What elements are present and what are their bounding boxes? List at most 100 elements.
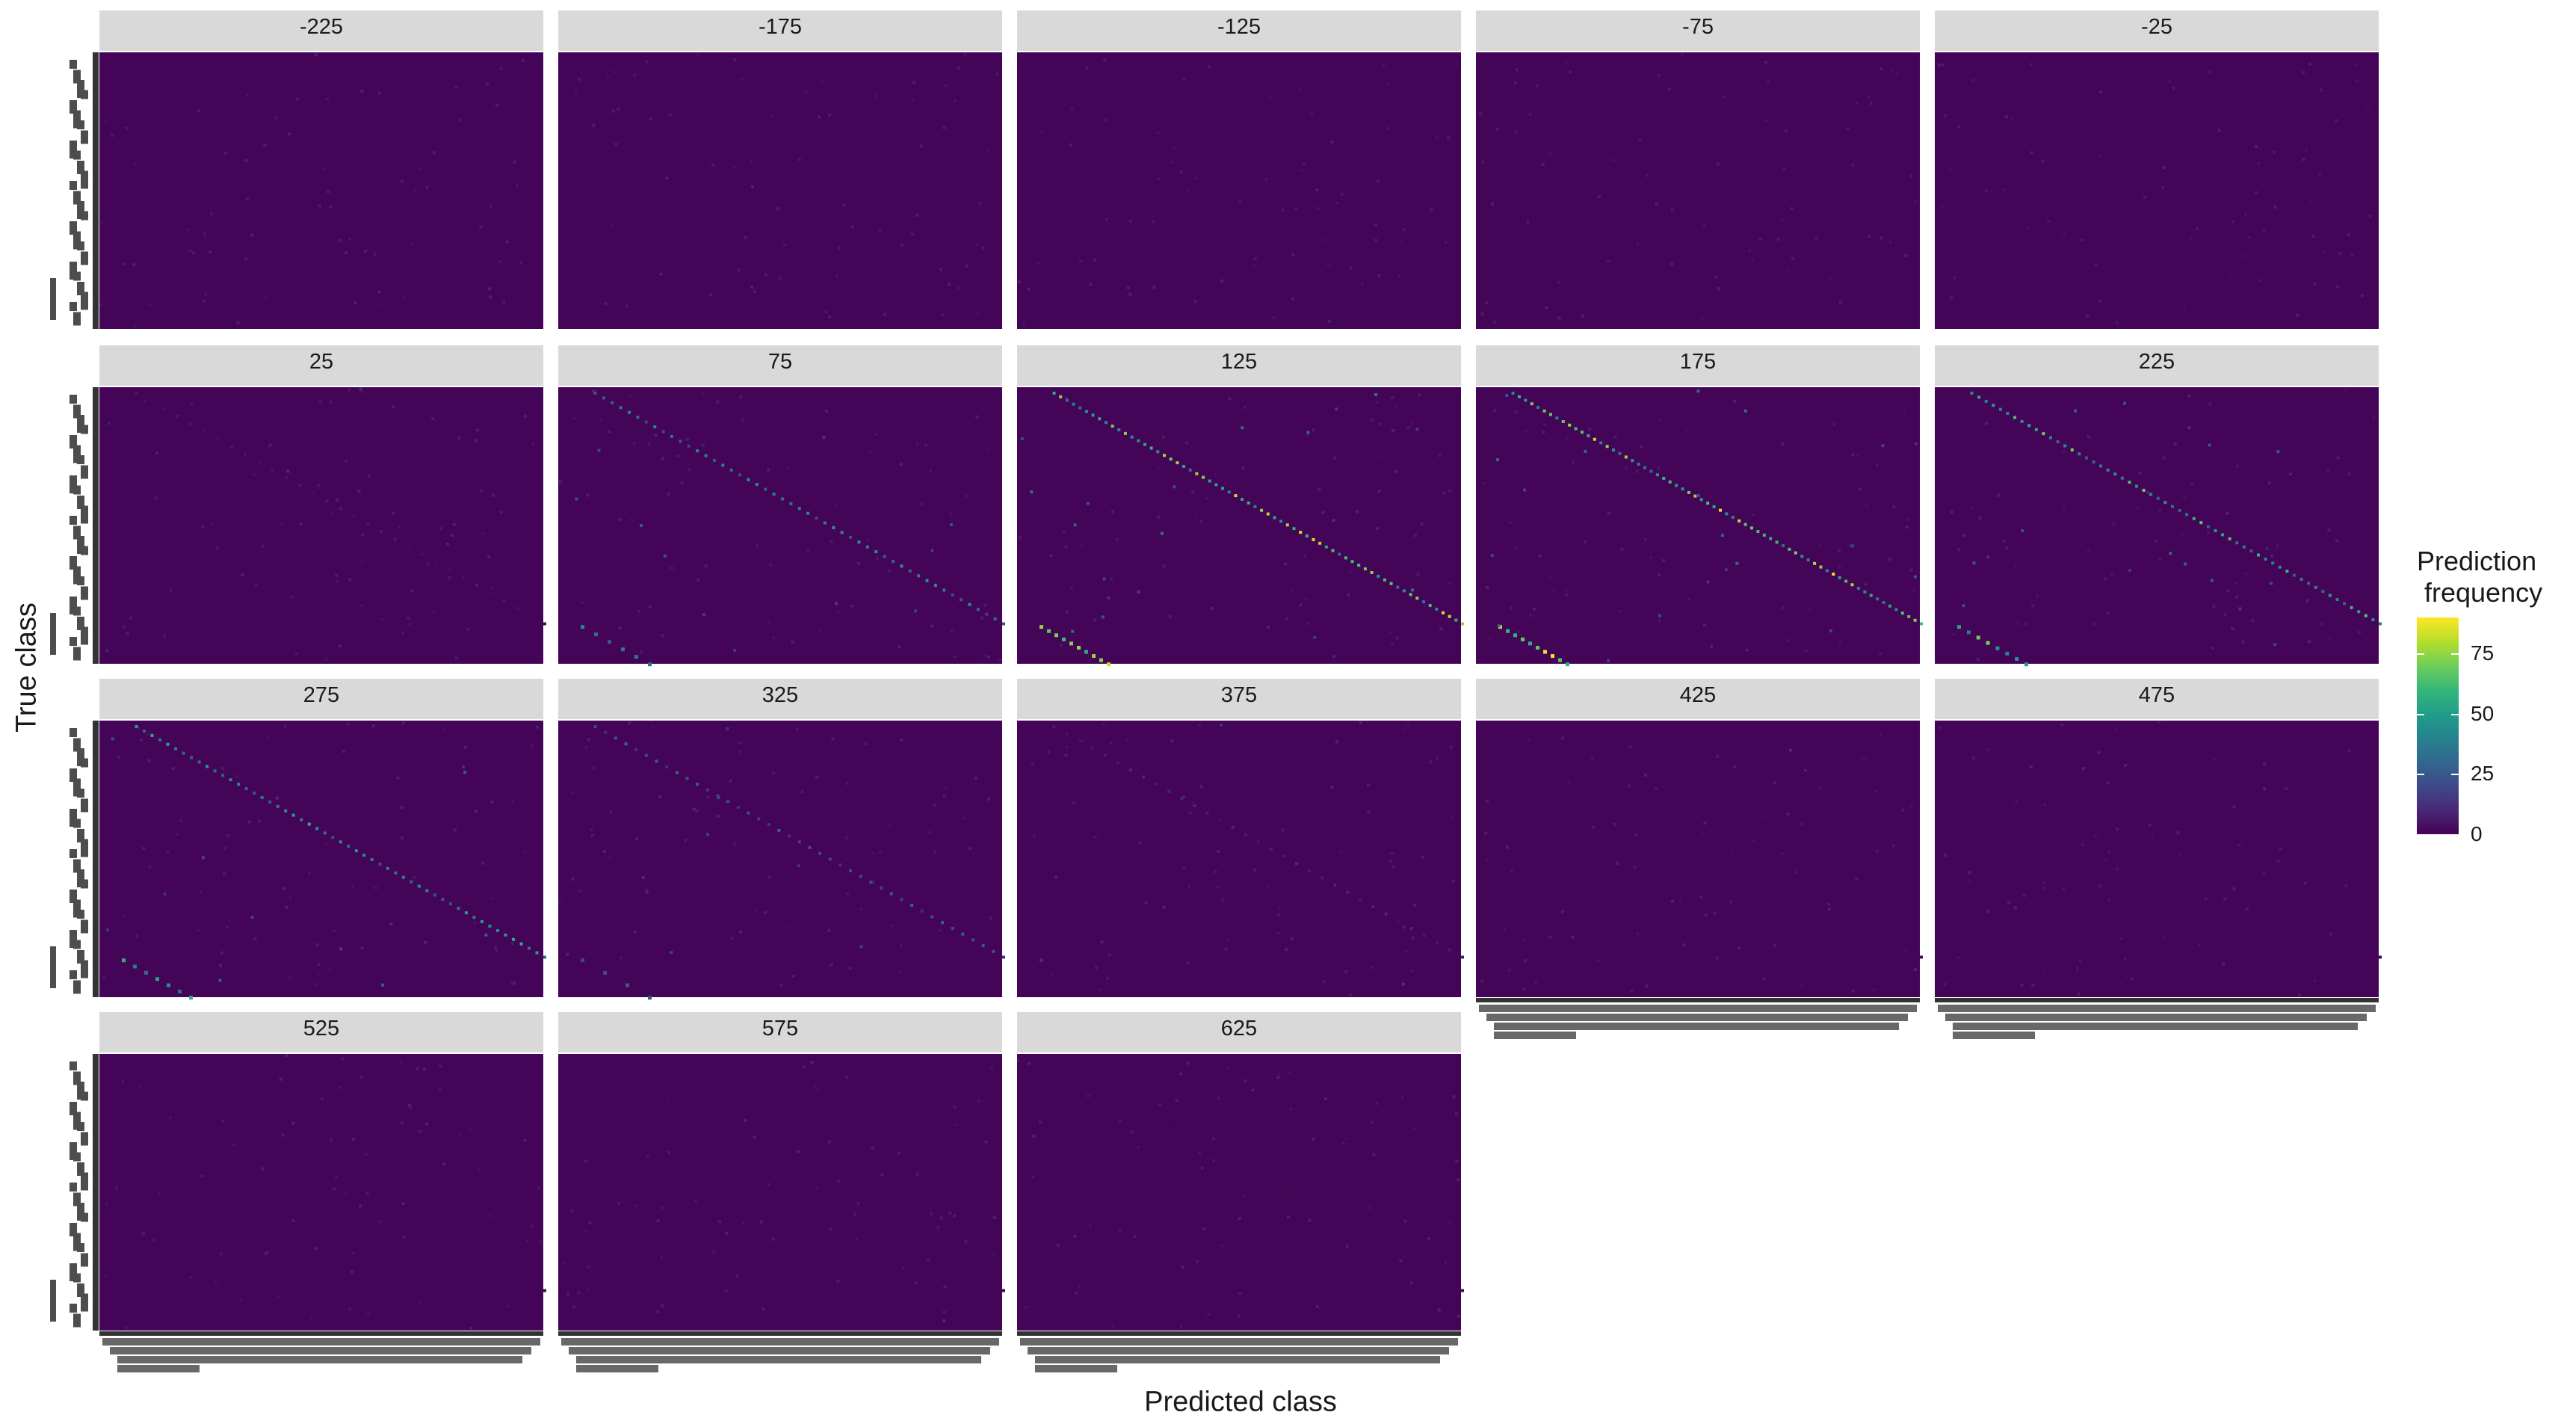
diagonal-cell xyxy=(1558,658,1562,662)
diagonal-cell xyxy=(581,958,584,963)
noise-cell xyxy=(2013,906,2017,910)
noise-cell xyxy=(2107,898,2110,901)
noise-cell xyxy=(817,115,821,119)
diagonal-cell xyxy=(1091,413,1095,417)
noise-cell xyxy=(735,1274,739,1277)
noise-cell xyxy=(1220,1243,1224,1247)
diagonal-cell xyxy=(1052,392,1056,395)
noise-cell xyxy=(516,183,519,187)
diagonal-cell xyxy=(519,942,523,946)
noise-cell xyxy=(505,240,509,244)
diagonal-cell xyxy=(1363,567,1367,571)
scatter-cell xyxy=(1374,393,1378,397)
facet-label: -175 xyxy=(759,15,802,39)
diagonal-cell xyxy=(1725,512,1729,516)
noise-cell xyxy=(485,82,489,86)
noise-cell xyxy=(1646,173,1649,177)
scatter-cell xyxy=(2276,450,2280,454)
x-tick-label xyxy=(1494,1023,1899,1030)
diagonal-cell xyxy=(1584,766,1588,770)
noise-cell xyxy=(439,1064,442,1068)
diagonal-cell xyxy=(1285,523,1289,527)
noise-cell xyxy=(1413,903,1417,907)
diagonal-cell xyxy=(2142,488,2146,492)
facet-label: 25 xyxy=(309,350,333,374)
noise-cell xyxy=(513,160,516,164)
diagonal-cell xyxy=(712,458,716,462)
diagonal-cell xyxy=(2276,898,2280,901)
noise-cell xyxy=(358,1204,362,1208)
diagonal-cell xyxy=(1986,641,1990,645)
facet-label: 575 xyxy=(762,1017,798,1041)
noise-cell xyxy=(660,1256,664,1260)
noise-cell xyxy=(339,1085,342,1089)
noise-cell xyxy=(877,229,881,232)
noise-cell xyxy=(339,644,342,648)
noise-cell xyxy=(2208,70,2211,74)
noise-cell xyxy=(651,725,655,729)
diagonal-cell xyxy=(1876,931,1880,934)
diagonal-cell xyxy=(516,606,519,610)
noise-cell xyxy=(1377,454,1381,458)
diagonal-cell xyxy=(2163,501,2167,505)
colorbar xyxy=(2417,617,2459,834)
noise-cell xyxy=(2087,435,2090,439)
noise-cell xyxy=(104,1274,108,1277)
noise-cell xyxy=(327,190,330,194)
noise-cell xyxy=(1528,112,1532,116)
y-tick-band xyxy=(93,387,99,664)
noise-cell xyxy=(1703,821,1707,824)
noise-cell xyxy=(759,1220,763,1224)
noise-cell xyxy=(1109,742,1113,745)
noise-cell xyxy=(377,290,381,294)
noise-cell xyxy=(667,493,670,496)
noise-cell xyxy=(1378,422,1382,426)
noise-cell xyxy=(1827,902,1831,906)
y-tick-label xyxy=(81,1212,88,1222)
noise-cell xyxy=(767,468,770,472)
noise-cell xyxy=(592,123,596,127)
noise-cell xyxy=(1125,737,1128,741)
diagonal-cell xyxy=(1856,587,1860,591)
diagonal-cell xyxy=(2028,758,2032,762)
noise-cell xyxy=(900,244,904,247)
diagonal-cell xyxy=(1672,816,1675,819)
scatter-cell xyxy=(484,933,488,937)
diagonal-cell xyxy=(1643,466,1647,469)
noise-cell xyxy=(1620,547,1624,551)
diagonal-cell xyxy=(2106,468,2110,472)
noise-cell xyxy=(1436,135,1439,139)
scatter-cell xyxy=(1914,442,1918,446)
noise-cell xyxy=(787,925,791,929)
diagonal-cell xyxy=(133,964,137,969)
noise-cell xyxy=(2241,641,2245,644)
diagonal-cell xyxy=(648,996,652,1000)
noise-cell xyxy=(1486,799,1489,803)
noise-cell xyxy=(1152,220,1155,224)
noise-cell xyxy=(410,242,414,246)
noise-cell xyxy=(535,725,539,729)
noise-cell xyxy=(1330,141,1334,144)
diagonal-cell xyxy=(1052,725,1056,728)
noise-cell xyxy=(1939,726,1942,730)
diagonal-cell xyxy=(1730,848,1734,852)
diagonal-cell xyxy=(1084,650,1088,654)
diagonal-cell xyxy=(1920,955,1923,959)
noise-cell xyxy=(633,930,637,934)
noise-cell xyxy=(1952,632,1956,636)
noise-cell xyxy=(659,272,663,276)
noise-cell xyxy=(590,833,594,837)
noise-cell xyxy=(1565,593,1569,597)
noise-cell xyxy=(401,631,405,635)
diagonal-cell xyxy=(213,769,217,773)
y-tick-label xyxy=(70,1304,77,1313)
diagonal-cell xyxy=(1065,732,1069,736)
noise-cell xyxy=(608,855,612,859)
diagonal-cell xyxy=(914,1239,918,1243)
diagonal-cell xyxy=(2379,622,2382,626)
diagonal-cell xyxy=(244,453,247,457)
noise-cell xyxy=(1220,899,1224,902)
noise-cell xyxy=(2296,313,2299,317)
noise-cell xyxy=(609,810,613,814)
noise-cell xyxy=(1630,989,1634,993)
